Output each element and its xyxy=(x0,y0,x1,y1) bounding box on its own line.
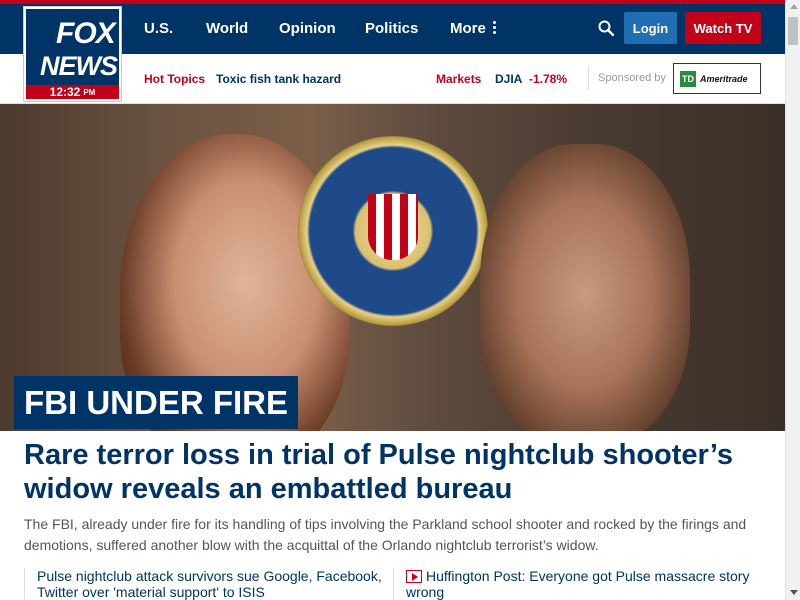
clock-time: 12:32 xyxy=(49,85,81,99)
logo-news-text: NEWS xyxy=(40,51,118,81)
scroll-down-icon[interactable] xyxy=(790,590,798,595)
hot-topics-label: Hot Topics xyxy=(144,72,206,86)
divider xyxy=(588,66,589,90)
hot-topic-link[interactable]: Toxic fish tank hazard xyxy=(216,72,341,86)
related-link-1-text[interactable]: Pulse nightclub attack survivors sue Goo… xyxy=(37,568,382,600)
nav-politics[interactable]: Politics xyxy=(365,20,418,37)
logo-fox-text: FOX xyxy=(56,17,116,50)
hero-tag-text: FBI UNDER FIRE xyxy=(24,383,288,421)
related-link-1[interactable]: Pulse nightclub attack survivors sue Goo… xyxy=(24,568,384,600)
markets-link[interactable]: Markets xyxy=(436,72,481,86)
main-headline[interactable]: Rare terror loss in trial of Pulse night… xyxy=(24,438,764,506)
search-icon[interactable] xyxy=(598,20,614,36)
nav-us[interactable]: U.S. xyxy=(144,20,173,37)
djia-change: -1.78% xyxy=(529,72,568,86)
video-play-icon xyxy=(406,570,422,583)
nav-world[interactable]: World xyxy=(206,20,248,37)
related-link-2-text[interactable]: Huffington Post: Everyone got Pulse mass… xyxy=(406,568,749,600)
clock-ampm: PM xyxy=(83,87,96,97)
logo-clock: 12:32 PM xyxy=(26,85,119,99)
login-button[interactable]: Login xyxy=(624,12,677,44)
td-badge: TD xyxy=(680,70,696,87)
sponsored-label: Sponsored by xyxy=(598,72,666,84)
related-link-2[interactable]: Huffington Post: Everyone got Pulse mass… xyxy=(393,568,763,600)
nav-opinion[interactable]: Opinion xyxy=(279,20,336,37)
scrollbar-thumb[interactable] xyxy=(788,17,798,45)
fox-news-logo[interactable]: FOX NEWS 12:32 PM xyxy=(24,7,121,101)
nav-more[interactable]: More xyxy=(450,20,486,37)
watch-tv-button[interactable]: Watch TV xyxy=(685,12,761,44)
sponsor-name: Ameritrade xyxy=(700,73,748,84)
hero-photo-man xyxy=(480,144,690,431)
more-dots-icon[interactable] xyxy=(493,21,497,35)
sponsor-logo[interactable]: TD Ameritrade xyxy=(673,63,761,94)
djia-label: DJIA xyxy=(495,72,523,86)
scroll-up-icon[interactable] xyxy=(790,4,798,9)
hero-tag: FBI UNDER FIRE xyxy=(14,376,298,429)
fbi-seal-shield xyxy=(368,194,418,260)
article-summary: The FBI, already under fire for its hand… xyxy=(24,516,747,553)
hero-image[interactable]: FBI UNDER FIRE xyxy=(0,104,785,431)
scrollbar[interactable] xyxy=(785,0,800,600)
